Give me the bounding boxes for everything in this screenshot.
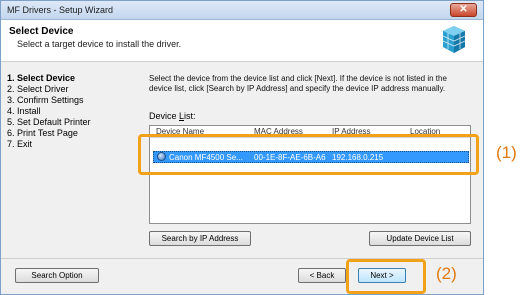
- wizard-step-2: 2. Select Driver: [7, 84, 69, 94]
- setup-cube-icon: [442, 26, 466, 53]
- wizard-step-4: 4. Install: [7, 106, 41, 116]
- wizard-steps: 1. Select Device 2. Select Driver 3. Confi…: [7, 73, 139, 150]
- update-device-list-button[interactable]: Update Device List: [369, 231, 471, 246]
- wizard-step-5: 5. Set Default Printer: [7, 117, 91, 127]
- wizard-step-1: 1. Select Device: [7, 73, 76, 83]
- wizard-header: Select Device Select a target device to …: [1, 20, 483, 62]
- search-option-button[interactable]: Search Option: [15, 268, 99, 283]
- callout-1: (1): [496, 143, 517, 162]
- wizard-step-6: 6. Print Test Page: [7, 128, 78, 138]
- close-button[interactable]: ✕: [450, 3, 477, 17]
- page-title: Select Device: [9, 26, 74, 37]
- page-subtitle: Select a target device to install the dr…: [17, 39, 182, 49]
- next-button-highlight: [346, 259, 426, 294]
- back-button[interactable]: < Back: [298, 268, 346, 283]
- window-title: MF Drivers - Setup Wizard: [7, 5, 114, 15]
- search-by-ip-button[interactable]: Search by IP Address: [149, 231, 251, 246]
- device-row-highlight: [138, 134, 479, 175]
- device-list-label: Device List:: [149, 111, 196, 121]
- callout-2: (2): [436, 264, 457, 283]
- title-bar: MF Drivers - Setup Wizard ✕: [1, 1, 483, 20]
- instructions-text: Select the device from the device list a…: [149, 74, 447, 93]
- wizard-step-3: 3. Confirm Settings: [7, 95, 84, 105]
- wizard-step-7: 7. Exit: [7, 139, 33, 149]
